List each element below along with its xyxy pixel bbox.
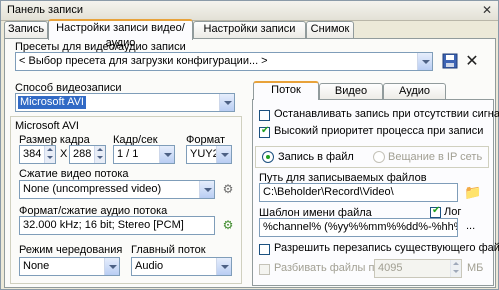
allow-overwrite-label: Разрешить перезапись существующего файла <box>274 242 499 254</box>
chevron-down-icon <box>216 258 231 275</box>
master-stream-label: Главный поток <box>131 244 206 256</box>
video-compression-dropdown[interactable]: None (uncompressed video) <box>19 180 215 199</box>
format-dropdown[interactable]: YUY2 <box>186 145 232 164</box>
presets-value: < Выбор пресета для загрузки конфигураци… <box>19 55 268 67</box>
frame-width-value: 384 <box>23 148 42 160</box>
window-title: Панель записи <box>7 4 83 16</box>
spin-icon[interactable] <box>94 146 105 163</box>
record-to-file-radio[interactable] <box>262 151 274 163</box>
recording-panel-window: Панель записи ✕ Запись Настройки записи … <box>0 0 499 290</box>
frame-width-input[interactable]: 384 <box>19 145 56 164</box>
fps-dropdown[interactable]: 1 / 1 <box>113 145 175 164</box>
chevron-down-icon <box>417 53 432 70</box>
split-size-value: 4095 <box>378 262 403 274</box>
capture-method-value: Microsoft AVI <box>18 96 86 109</box>
tab-video[interactable]: Видео <box>319 83 383 100</box>
split-files-label: Разбивать файлы по <box>274 262 381 274</box>
template-value: %channel% (%yy%%mm%%dd%-%hh%%nn% <box>263 221 457 233</box>
high-priority-checkbox[interactable] <box>259 125 270 138</box>
save-icon[interactable] <box>441 53 459 71</box>
tab-audio-settings[interactable]: Настройки записи аудио <box>193 21 306 50</box>
audio-format-value: 32.000 kHz; 16 bit; Stereo [PCM] <box>23 219 184 231</box>
split-size-input[interactable]: 4095 <box>374 259 462 278</box>
tab-video-audio-settings[interactable]: Настройки записи видео/аудио <box>48 19 193 49</box>
close-icon[interactable]: ✕ <box>480 3 494 17</box>
split-files-checkbox[interactable] <box>259 264 270 275</box>
high-priority-label: Высокий приоритет процесса при записи <box>274 125 484 137</box>
title-bar: Панель записи ✕ <box>1 1 498 21</box>
audio-format-field[interactable]: 32.000 kHz; 16 bit; Stereo [PCM] <box>19 216 215 235</box>
folder-icon[interactable]: 📁 <box>464 183 482 201</box>
chevron-down-icon <box>104 258 119 275</box>
log-checkbox[interactable] <box>430 205 441 218</box>
video-compression-label: Сжатие видео потока <box>19 168 129 180</box>
stop-no-signal-label: Останавливать запись при отсутствии сигн… <box>274 108 499 120</box>
capture-method-dropdown[interactable]: Microsoft AVI <box>15 93 235 112</box>
path-input[interactable]: C:\Beholder\Record\Video\ <box>259 183 458 202</box>
chevron-down-icon <box>199 181 214 198</box>
template-input[interactable]: %channel% (%yy%%mm%%dd%-%hh%%nn% <box>259 218 458 237</box>
split-unit-label: МБ <box>467 262 484 274</box>
frame-height-value: 288 <box>73 148 92 160</box>
frame-height-input[interactable]: 288 <box>69 145 106 164</box>
spin-icon[interactable] <box>450 260 461 277</box>
frame-size-separator: X <box>60 148 68 160</box>
interleave-label: Режим чередования <box>19 244 123 256</box>
format-value: YUY2 <box>190 148 219 160</box>
audio-format-settings-icon[interactable]: ⚙ <box>219 216 237 234</box>
chevron-down-icon <box>159 146 174 163</box>
interleave-value: None <box>23 260 50 272</box>
tab-record[interactable]: Запись <box>4 21 48 38</box>
tab-snapshot[interactable]: Снимок <box>306 21 354 38</box>
interleave-dropdown[interactable]: None <box>19 257 120 276</box>
tab-audio[interactable]: Аудио <box>383 83 446 100</box>
master-stream-dropdown[interactable]: Audio <box>131 257 232 276</box>
ip-broadcast-label: Вещание в IP сеть <box>388 151 483 163</box>
tab-stream[interactable]: Поток <box>253 81 319 100</box>
avi-heading: Microsoft AVI <box>15 120 79 132</box>
allow-overwrite-checkbox[interactable] <box>259 244 270 255</box>
video-codec-settings-icon[interactable]: ⚙ <box>219 180 237 198</box>
chevron-down-icon <box>216 146 231 163</box>
log-label: Лог <box>444 206 462 218</box>
video-compression-value: None (uncompressed video) <box>23 183 162 195</box>
chevron-down-icon <box>219 94 234 111</box>
delete-icon[interactable]: ✕ <box>463 53 481 71</box>
presets-dropdown[interactable]: < Выбор пресета для загрузки конфигураци… <box>15 52 433 71</box>
spin-icon[interactable] <box>44 146 55 163</box>
record-to-file-label: Запись в файл <box>278 151 354 163</box>
ip-broadcast-radio[interactable] <box>373 151 385 163</box>
template-more-button[interactable]: ... <box>466 220 475 232</box>
stop-no-signal-checkbox[interactable] <box>259 110 270 121</box>
fps-value: 1 / 1 <box>117 148 139 160</box>
path-value: C:\Beholder\Record\Video\ <box>263 186 394 198</box>
master-stream-value: Audio <box>135 260 164 272</box>
